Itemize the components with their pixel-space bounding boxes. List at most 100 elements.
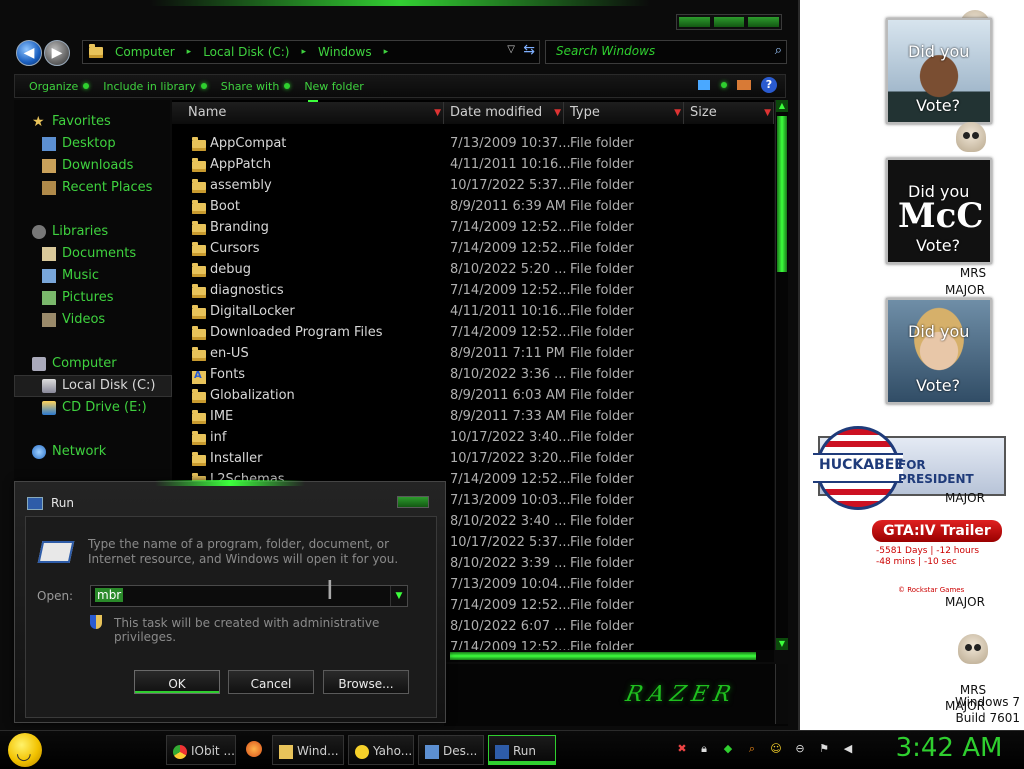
column-header-name[interactable]: Name ▼ bbox=[172, 102, 444, 124]
file-row[interactable]: Globalization 8/9/2011 6:03 AM File folder bbox=[172, 386, 774, 407]
scroll-up-icon[interactable]: ▲ bbox=[776, 100, 788, 112]
breadcrumb-windows[interactable]: Windows ▸ bbox=[318, 45, 388, 59]
pictures-icon bbox=[42, 290, 56, 305]
organize-button[interactable]: Organize bbox=[29, 80, 90, 93]
file-name: Cursors bbox=[210, 241, 260, 256]
column-header-size[interactable]: Size ▼ bbox=[684, 102, 774, 124]
nav-downloads[interactable]: Downloads bbox=[42, 158, 133, 173]
taskbar-item-yahoo[interactable]: Yaho... bbox=[348, 735, 414, 765]
huckabee-gadget[interactable]: HUCKABEE FOR PRESIDENT bbox=[813, 426, 1006, 510]
messenger-tray-icon[interactable]: ☺ bbox=[770, 743, 782, 755]
open-combobox[interactable]: mbr ▼ bbox=[90, 585, 408, 607]
file-row[interactable]: Fonts 8/10/2022 3:36 ...File folder bbox=[172, 365, 774, 386]
refresh-icon[interactable]: ⇆ bbox=[523, 42, 535, 58]
taskbar-item-run[interactable]: Run bbox=[488, 735, 556, 765]
lock-icon[interactable]: 🔒︎ bbox=[698, 743, 710, 755]
file-row[interactable]: IME 8/9/2011 7:33 AM File folder bbox=[172, 407, 774, 428]
close-button[interactable] bbox=[748, 17, 780, 27]
taskbar-clock[interactable]: 3:42 AM bbox=[884, 733, 1014, 763]
taskbar-item-iobit[interactable]: IObit ... bbox=[166, 735, 236, 765]
nav-videos[interactable]: Videos bbox=[42, 312, 105, 327]
search-input[interactable]: Search Windows ⌕ bbox=[545, 40, 787, 64]
resize-grip[interactable] bbox=[775, 664, 788, 724]
column-header-type[interactable]: Type ▼ bbox=[564, 102, 684, 124]
vote-gadget-mccain[interactable]: McC Did you Vote? bbox=[886, 158, 992, 264]
forward-button[interactable]: ▶ bbox=[44, 40, 70, 66]
action-center-flag-icon[interactable]: ⚑ bbox=[818, 743, 830, 755]
nav-documents[interactable]: Documents bbox=[42, 246, 136, 261]
column-header-date[interactable]: Date modified ▼ bbox=[444, 102, 564, 124]
breadcrumb-computer[interactable]: Computer ▸ bbox=[115, 45, 191, 59]
vertical-scrollbar[interactable]: ▲ ▼ bbox=[775, 100, 788, 650]
vote-gadget-clinton[interactable]: Did you Vote? bbox=[886, 298, 992, 404]
search-icon[interactable]: ⌕ bbox=[775, 43, 782, 58]
file-row[interactable]: DigitalLocker 4/11/2011 10:16... File fold… bbox=[172, 302, 774, 323]
address-bar[interactable]: Computer ▸ Local Disk (C:) ▸ Windows ▸ ▽ ⇆ bbox=[82, 40, 540, 64]
volume-icon[interactable]: ◀ bbox=[842, 743, 854, 755]
security-shield-icon[interactable]: ◆ bbox=[722, 743, 734, 755]
nav-libraries[interactable]: Libraries bbox=[32, 224, 108, 239]
run-close-button[interactable] bbox=[397, 496, 429, 508]
include-in-library-button[interactable]: Include in library bbox=[103, 80, 207, 93]
file-row[interactable]: Installer 10/17/2022 3:20... File folder bbox=[172, 449, 774, 470]
file-row[interactable]: inf 10/17/2022 3:40... File folder bbox=[172, 428, 774, 449]
chevron-right-icon: ▸ bbox=[301, 47, 307, 57]
file-row[interactable]: Branding 7/14/2009 12:52... File folder bbox=[172, 218, 774, 239]
view-options-icon[interactable] bbox=[698, 80, 710, 90]
maximize-button[interactable] bbox=[713, 17, 745, 27]
nav-favorites[interactable]: ★ Favorites bbox=[32, 114, 111, 129]
open-input-value[interactable]: mbr bbox=[95, 588, 124, 602]
nav-desktop[interactable]: Desktop bbox=[42, 136, 116, 151]
gta-countdown-title[interactable]: GTA:IV Trailer bbox=[872, 520, 1002, 542]
ok-button[interactable]: OK bbox=[134, 670, 220, 694]
horizontal-scrollbar[interactable] bbox=[444, 650, 774, 662]
blocked-icon[interactable]: ⊖ bbox=[794, 743, 806, 755]
firefox-icon[interactable] bbox=[246, 741, 262, 757]
file-date-modified: 7/14/2009 12:52... bbox=[450, 472, 571, 487]
window-caption-buttons[interactable] bbox=[676, 14, 782, 30]
folder-icon bbox=[192, 452, 206, 466]
help-icon[interactable]: ? bbox=[761, 77, 777, 93]
scroll-thumb[interactable] bbox=[777, 116, 787, 272]
horizontal-scroll-thumb[interactable] bbox=[450, 652, 756, 660]
nav-recent-places[interactable]: Recent Places bbox=[42, 180, 152, 195]
nav-music[interactable]: Music bbox=[42, 268, 99, 283]
search-tray-icon[interactable]: ⌕ bbox=[746, 743, 758, 755]
network-icon bbox=[32, 444, 46, 459]
breadcrumb-local-disk[interactable]: Local Disk (C:) ▸ bbox=[203, 45, 306, 59]
file-name: IME bbox=[210, 409, 234, 424]
preview-pane-icon[interactable] bbox=[737, 80, 751, 90]
file-row[interactable]: Downloaded Program Files 7/14/2009 12:52.… bbox=[172, 323, 774, 344]
skull-icon bbox=[956, 122, 986, 152]
file-row[interactable]: AppCompat 7/13/2009 10:37... File folder bbox=[172, 134, 774, 155]
file-row[interactable]: Boot 8/9/2011 6:39 AM File folder bbox=[172, 197, 774, 218]
new-folder-button[interactable]: New folder bbox=[304, 80, 363, 93]
nav-local-disk[interactable]: Local Disk (C:) bbox=[42, 378, 155, 393]
minimize-button[interactable] bbox=[679, 17, 710, 27]
cancel-button[interactable]: Cancel bbox=[228, 670, 314, 694]
taskbar-item-desktop[interactable]: Des... bbox=[418, 735, 484, 765]
nav-computer[interactable]: Computer bbox=[32, 356, 117, 371]
file-row[interactable]: Cursors 7/14/2009 12:52... File folder bbox=[172, 239, 774, 260]
scroll-down-icon[interactable]: ▼ bbox=[776, 638, 788, 650]
file-row[interactable]: diagnostics 7/14/2009 12:52... File folder bbox=[172, 281, 774, 302]
nav-cd-drive[interactable]: CD Drive (E:) bbox=[42, 400, 147, 415]
vote-gadget-obama[interactable]: Did you Vote? bbox=[886, 18, 992, 124]
nav-pictures[interactable]: Pictures bbox=[42, 290, 113, 305]
back-button[interactable]: ◀ bbox=[16, 40, 42, 66]
file-row[interactable]: debug 8/10/2022 5:20 ... File folder bbox=[172, 260, 774, 281]
share-with-button[interactable]: Share with bbox=[221, 80, 291, 93]
address-dropdown-icon[interactable]: ▽ bbox=[507, 44, 515, 55]
start-button[interactable] bbox=[8, 733, 42, 767]
network-warning-icon[interactable]: ✖ bbox=[676, 743, 688, 755]
taskbar: IObit ... Wind... Yaho... Des... Run ✖ 🔒… bbox=[0, 730, 1024, 769]
file-row[interactable]: AppPatch 4/11/2011 10:16... File folder bbox=[172, 155, 774, 176]
taskbar-item-windows-explorer[interactable]: Wind... bbox=[272, 735, 344, 765]
run-dialog-body: Type the name of a program, folder, docu… bbox=[25, 516, 437, 718]
file-row[interactable]: assembly 10/17/2022 5:37... File folder bbox=[172, 176, 774, 197]
nav-network[interactable]: Network bbox=[32, 444, 106, 459]
file-row[interactable]: en-US 8/9/2011 7:11 PM File folder bbox=[172, 344, 774, 365]
chevron-down-icon[interactable]: ▼ bbox=[390, 586, 407, 606]
file-type: File folder bbox=[570, 640, 634, 650]
browse-button[interactable]: Browse... bbox=[323, 670, 409, 694]
